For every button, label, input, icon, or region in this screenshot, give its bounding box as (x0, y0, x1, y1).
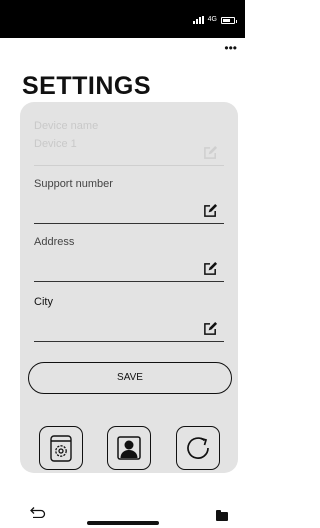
nav-bar (0, 500, 245, 528)
battery-icon (221, 16, 237, 24)
battery-level (223, 18, 230, 22)
back-icon[interactable] (30, 506, 46, 518)
settings-button[interactable] (39, 426, 83, 470)
signal-icon (192, 16, 204, 24)
more-icon[interactable]: ••• (224, 42, 237, 54)
refresh-button[interactable] (176, 426, 220, 470)
edit-icon (204, 145, 218, 159)
field-label: City (34, 296, 53, 308)
home-indicator[interactable] (87, 521, 159, 525)
support-number-field[interactable]: Support number (34, 178, 224, 224)
settings-icon (50, 435, 72, 462)
refresh-icon (187, 437, 209, 459)
network-type: 4G (207, 16, 217, 23)
field-value: Device 1 (34, 138, 77, 150)
settings-panel: Device name Device 1 Support number Addr… (20, 102, 238, 473)
profile-button[interactable] (107, 426, 151, 470)
address-field[interactable]: Address (34, 236, 224, 282)
city-field[interactable]: City (34, 296, 224, 342)
folder-icon[interactable] (216, 510, 228, 521)
status-bar: 4G (0, 0, 245, 38)
device-name-field: Device name Device 1 (34, 120, 224, 166)
status-indicators: 4G (192, 16, 237, 24)
edit-icon[interactable] (203, 261, 218, 276)
field-label: Support number (34, 178, 113, 190)
page-title: SETTINGS (22, 72, 152, 100)
field-label: Address (34, 236, 75, 248)
edit-icon[interactable] (203, 203, 218, 218)
profile-icon (117, 436, 141, 460)
edit-icon[interactable] (203, 321, 218, 336)
field-label: Device name (34, 120, 99, 132)
save-button[interactable]: SAVE (28, 362, 232, 394)
